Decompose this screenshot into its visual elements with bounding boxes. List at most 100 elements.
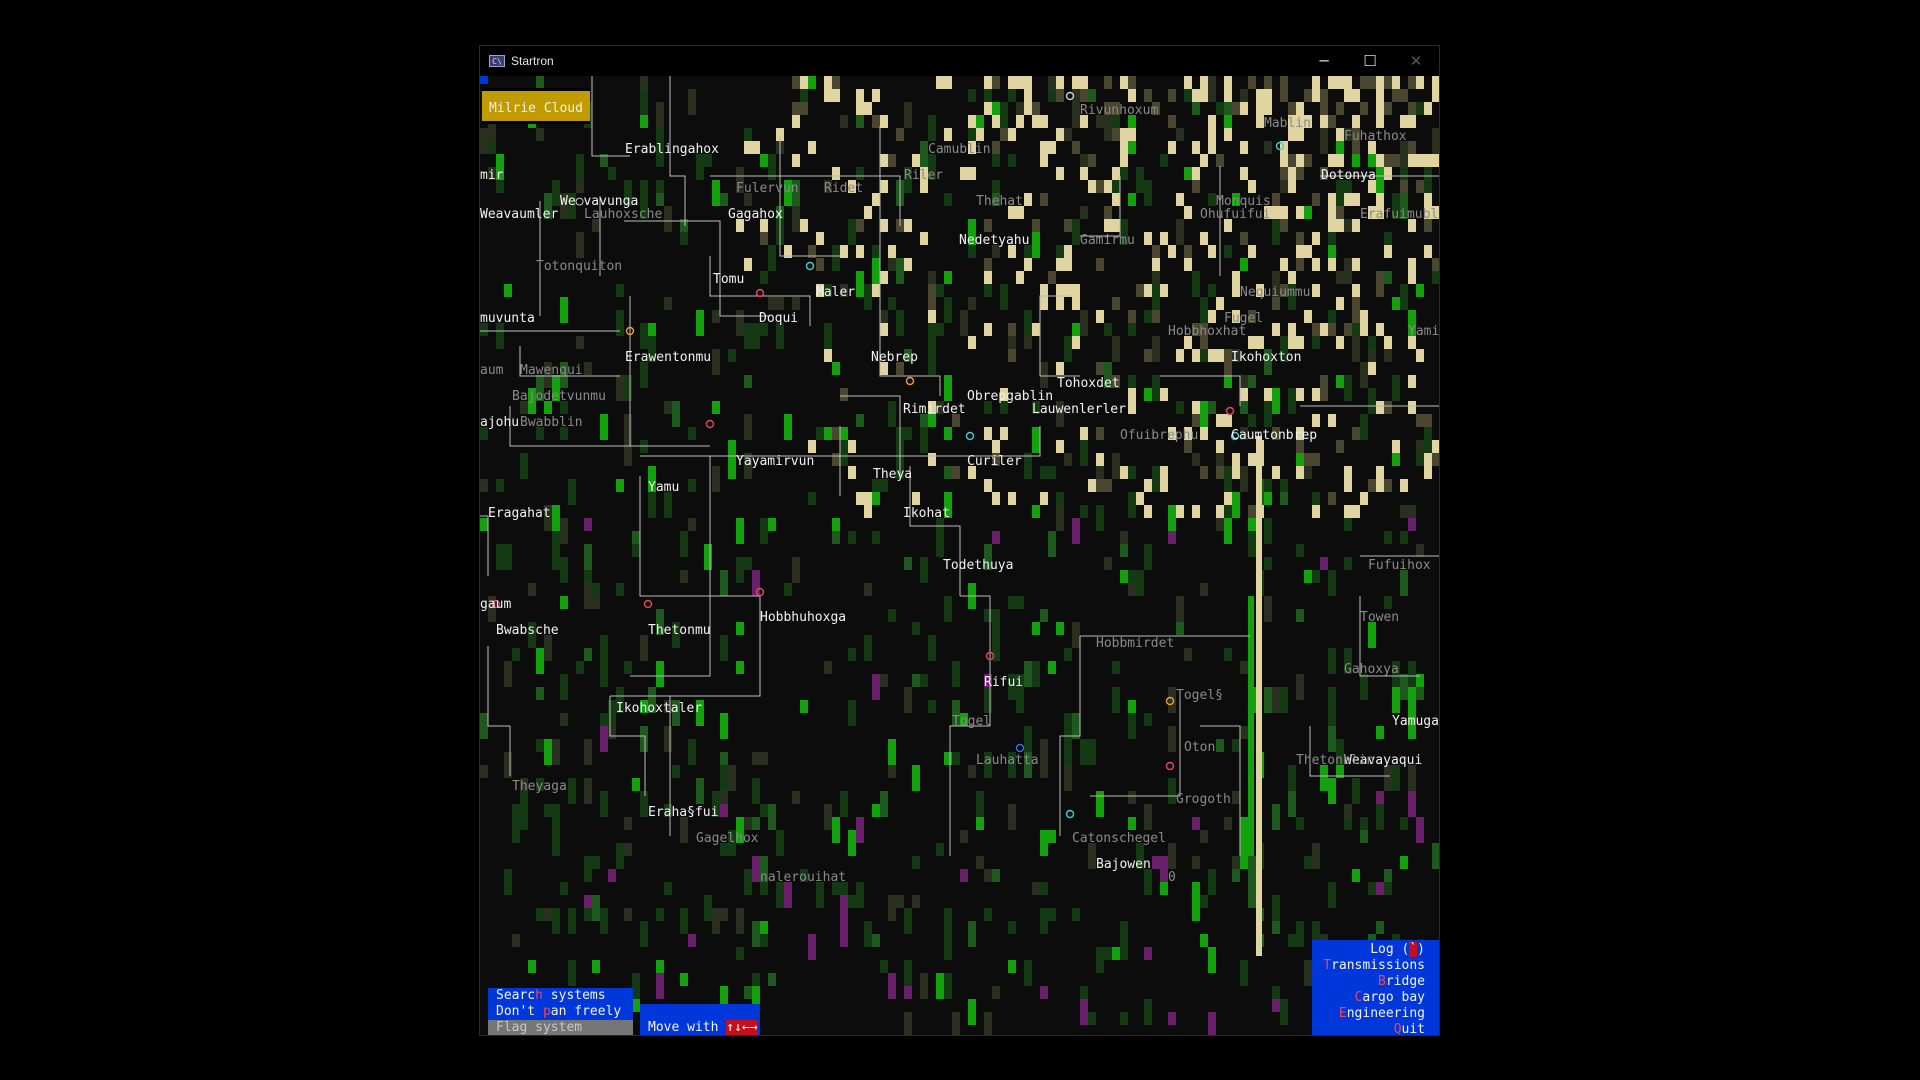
system-label[interactable]: Weavaumler — [480, 207, 558, 223]
system-label[interactable]: Doqui — [759, 311, 798, 327]
system-label[interactable]: nalerouihat — [760, 870, 846, 886]
system-label[interactable]: Ikohat — [903, 506, 950, 522]
star-cluster-cell — [1008, 323, 1016, 336]
close-button[interactable]: ✕ — [1393, 46, 1439, 76]
cargo-bay-menu-item[interactable]: Cargo bay — [1312, 990, 1439, 1006]
system-label[interactable]: Eragahat — [488, 506, 551, 522]
title-bar[interactable]: C\ Startron ─ ☐ ✕ — [480, 46, 1439, 76]
system-label[interactable]: Mablin — [1264, 116, 1311, 132]
system-label[interactable]: Tomu — [713, 272, 744, 288]
system-label[interactable]: Ohufuifui — [1200, 207, 1270, 223]
search-systems-item[interactable]: Search systems — [488, 988, 633, 1004]
system-label[interactable]: Nedetyahu — [959, 233, 1029, 249]
star-cluster-cell — [832, 76, 840, 89]
flag-system-item[interactable]: Flag system — [488, 1020, 633, 1035]
pan-toggle-item[interactable]: Don't pan freely — [488, 1004, 633, 1020]
system-label[interactable]: Lauwenlerler — [1032, 402, 1126, 418]
system-label[interactable]: Erawentonmu — [625, 350, 711, 366]
system-label[interactable]: Caumtonbrep — [1231, 428, 1317, 444]
system-label[interactable]: Hobbmirdet — [1096, 636, 1174, 652]
system-label[interactable]: Rifui — [984, 675, 1023, 691]
system-label[interactable]: Ikohoxton — [1231, 350, 1301, 366]
system-label[interactable]: Yami — [1408, 324, 1439, 340]
system-label[interactable]: Theya — [873, 467, 912, 483]
system-label[interactable]: Riler — [904, 168, 943, 184]
nebula-cell — [1240, 401, 1248, 414]
system-label[interactable]: Lauhoxsche — [584, 207, 662, 223]
system-label[interactable]: Nequiummu — [1240, 285, 1310, 301]
system-label[interactable]: Bwabsche — [496, 623, 559, 639]
system-label[interactable]: mir — [480, 168, 503, 184]
system-label[interactable]: 0 — [1168, 870, 1176, 886]
system-label[interactable]: muvunta — [480, 311, 535, 327]
system-label[interactable]: Rimirdet — [903, 402, 966, 418]
system-label[interactable]: Bwabblin — [520, 415, 583, 431]
system-label[interactable]: Grogoth — [1176, 792, 1231, 808]
system-label[interactable]: Fufuihox — [1368, 558, 1431, 574]
system-label[interactable]: Bajodetvunmu — [512, 389, 606, 405]
system-label[interactable]: Towen — [1360, 610, 1399, 626]
engineering-menu-item[interactable]: Engineering — [1312, 1006, 1439, 1022]
system-label[interactable]: Tohoxdet — [1057, 376, 1120, 392]
system-label[interactable]: Fulervun — [736, 181, 799, 197]
log-menu-item[interactable]: Log (`) — [1312, 942, 1439, 958]
system-label[interactable]: Togel§ — [1176, 688, 1223, 704]
star-cluster-cell — [1432, 453, 1439, 466]
system-label[interactable]: Hobbhuhoxga — [760, 610, 846, 626]
nebula-cell — [864, 284, 872, 310]
system-label[interactable]: Fuhathox — [1344, 129, 1407, 145]
star-cluster-cell — [1264, 388, 1272, 401]
system-label[interactable]: ajohu — [480, 415, 519, 431]
system-label[interactable]: Curiler — [967, 454, 1022, 470]
system-label[interactable]: Thetonmu — [648, 623, 711, 639]
system-label[interactable]: aum — [480, 363, 503, 379]
minimize-button[interactable]: ─ — [1301, 46, 1347, 76]
nebula-cell — [776, 830, 784, 856]
star-cluster-cell — [1184, 258, 1192, 271]
system-label[interactable]: Oton — [1184, 740, 1215, 756]
system-label[interactable]: Yamu — [648, 480, 679, 496]
system-label[interactable]: Maler — [816, 285, 855, 301]
bridge-menu-item[interactable]: Bridge — [1312, 974, 1439, 990]
system-label[interactable]: Gagahox — [728, 207, 783, 223]
star-map-viewport[interactable]: Erablingahox mir We○vavunga Weavaumler Gagah… — [480, 76, 1439, 1035]
system-label[interactable]: Catonschegel — [1072, 831, 1166, 847]
nebula-cell — [1176, 401, 1184, 414]
system-label[interactable]: Hobbhoxhat — [1168, 324, 1246, 340]
system-label[interactable]: Lauhatta — [976, 753, 1039, 769]
system-label[interactable]: Dotonya — [1321, 168, 1376, 184]
system-label[interactable]: Erablingahox — [625, 142, 719, 158]
system-label[interactable]: Todethuya — [943, 558, 1013, 574]
system-label[interactable]: Yamuga — [1392, 714, 1439, 730]
system-label[interactable]: Ikohoxtaler — [616, 701, 702, 717]
system-label[interactable]: Totonquiton — [536, 259, 622, 275]
system-label[interactable]: Ridet — [824, 181, 863, 197]
system-label[interactable]: Gagelhox — [696, 831, 759, 847]
system-label[interactable]: Yayamirvun — [736, 454, 814, 470]
system-label[interactable]: Thehat — [976, 194, 1023, 210]
quit-menu-item[interactable]: Quit — [1312, 1022, 1439, 1035]
system-label[interactable]: Bajowen — [1096, 857, 1151, 873]
nebula-cell — [1288, 934, 1296, 947]
system-label[interactable]: Theyaga — [512, 779, 567, 795]
star-cluster-cell — [1056, 284, 1064, 297]
system-label[interactable]: gaum — [480, 597, 511, 613]
star-cluster-cell — [1384, 336, 1392, 349]
system-label[interactable]: Ofuibrephu — [1120, 428, 1198, 444]
star-cluster-cell — [1392, 440, 1400, 453]
nebula-cell — [640, 115, 648, 128]
nebula-cell — [1112, 336, 1120, 362]
system-label[interactable]: Nebrep — [871, 350, 918, 366]
system-label[interactable]: Erafuimubl — [1360, 207, 1438, 223]
system-label[interactable]: Rivunhoxum — [1080, 103, 1158, 119]
star-cluster-cell — [1344, 505, 1352, 518]
system-label[interactable]: Togel — [952, 714, 991, 730]
system-label[interactable]: Thetonblin — [1296, 753, 1374, 769]
maximize-button[interactable]: ☐ — [1347, 46, 1393, 76]
system-label[interactable]: Eraha§fui — [648, 805, 718, 821]
system-label[interactable]: Gahoxya — [1344, 662, 1399, 678]
system-label[interactable]: Camublin — [928, 142, 991, 158]
transmissions-menu-item[interactable]: Transmissions — [1312, 958, 1439, 974]
system-label[interactable]: Mawenqui — [520, 363, 583, 379]
system-label[interactable]: Gamirmu — [1080, 233, 1135, 249]
